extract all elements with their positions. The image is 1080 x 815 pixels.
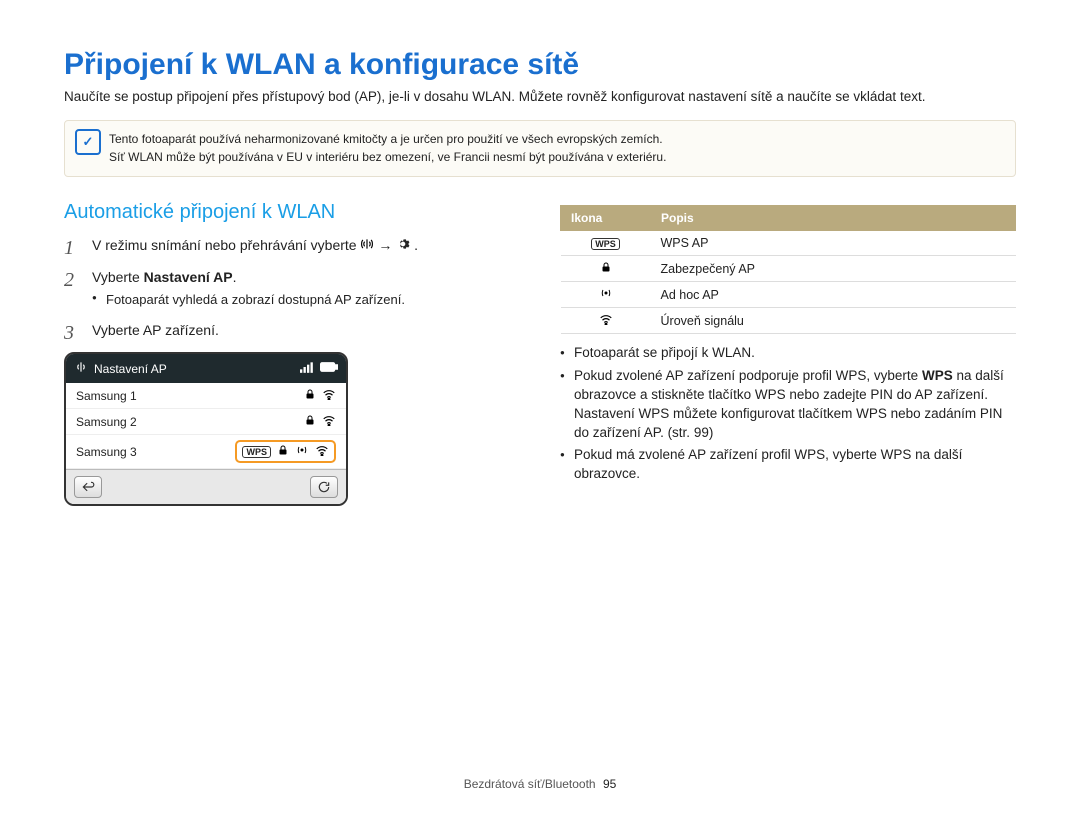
gear-icon <box>396 237 410 256</box>
page-title: Připojení k WLAN a konfigurace sítě <box>64 48 1016 82</box>
device-signal-icon <box>300 361 314 376</box>
ap-name: Samsung 3 <box>76 445 235 459</box>
right-bullet-2: Pokud zvolené AP zařízení podporuje prof… <box>560 367 1016 443</box>
ap-icons <box>304 388 336 403</box>
table-icon-cell <box>561 282 651 308</box>
right-bullet-1: Fotoaparát se připojí k WLAN. <box>560 344 1016 363</box>
table-desc-cell: Ad hoc AP <box>651 282 1016 308</box>
ap-name: Samsung 1 <box>76 389 304 403</box>
ap-row[interactable]: Samsung 1 <box>66 383 346 409</box>
table-desc-cell: Úroveň signálu <box>651 308 1016 334</box>
device-bottom-bar <box>66 469 346 504</box>
device-antenna-icon <box>74 360 88 377</box>
device-titlebar: Nastavení AP <box>66 354 346 383</box>
lock-icon <box>304 388 316 403</box>
table-row: Zabezpečený AP <box>561 256 1016 282</box>
footer-page-number: 95 <box>603 777 616 791</box>
step-2-pre: Vyberte <box>92 269 144 285</box>
content-columns: Automatické připojení k WLAN 1 V režimu … <box>64 201 1016 506</box>
step-2-post: . <box>233 269 237 285</box>
intro-text: Naučíte se postup připojení přes přístup… <box>64 88 1016 106</box>
wifi-icon <box>315 444 329 459</box>
step-number: 2 <box>64 266 74 294</box>
wifi-icon <box>322 414 336 429</box>
device-back-button[interactable] <box>74 476 102 498</box>
section-subheading: Automatické připojení k WLAN <box>64 201 520 224</box>
right-bullet-list: Fotoaparát se připojí k WLAN. Pokud zvol… <box>560 344 1016 484</box>
table-row: Ad hoc AP <box>561 282 1016 308</box>
ap-name: Samsung 2 <box>76 415 304 429</box>
device-screenshot: Nastavení AP Samsung 1 Samsung 2 Samsung 3… <box>64 352 348 506</box>
step-2-bold: Nastavení AP <box>144 269 233 285</box>
adhoc-icon <box>599 288 613 302</box>
wps-badge-icon: WPS <box>591 238 620 250</box>
lock-icon <box>600 262 612 276</box>
table-desc-cell: Zabezpečený AP <box>651 256 1016 282</box>
antenna-icon <box>360 237 374 256</box>
table-icon-cell: WPS <box>561 231 651 256</box>
manual-page: Připojení k WLAN a konfigurace sítě Nauč… <box>0 0 1080 815</box>
adhoc-icon <box>295 444 309 459</box>
step-1-text-post: . <box>414 237 418 253</box>
step-list: 1 V režimu snímání nebo přehrávání vyber… <box>64 236 520 340</box>
lock-icon <box>277 444 289 459</box>
ap-row[interactable]: Samsung 3 WPS <box>66 435 346 469</box>
arrow-text: → <box>378 237 396 253</box>
icon-description-table: Ikona Popis WPS WPS APZabezpečený APAd ho… <box>560 205 1016 334</box>
right-column: Ikona Popis WPS WPS APZabezpečený APAd ho… <box>560 201 1016 506</box>
ap-list: Samsung 1 Samsung 2 Samsung 3 WPS <box>66 383 346 469</box>
wifi-icon <box>599 314 613 328</box>
note-line-1: Tento fotoaparát používá neharmonizované… <box>109 131 1003 148</box>
device-refresh-button[interactable] <box>310 476 338 498</box>
page-footer: Bezdrátová síť/Bluetooth 95 <box>0 777 1080 791</box>
info-note: ✓ Tento fotoaparát používá neharmonizova… <box>64 120 1016 177</box>
table-header-icon: Ikona <box>561 206 651 231</box>
ap-icons: WPS <box>235 440 336 463</box>
step-number: 3 <box>64 319 74 347</box>
right-bullet-2-pre: Pokud zvolené AP zařízení podporuje prof… <box>574 368 922 383</box>
table-header-desc: Popis <box>651 206 1016 231</box>
step-2: 2 Vyberte Nastavení AP. Fotoaparát vyhle… <box>64 268 520 309</box>
table-desc-cell: WPS AP <box>651 231 1016 256</box>
device-title: Nastavení AP <box>94 362 294 376</box>
step-3-text: Vyberte AP zařízení. <box>92 322 219 338</box>
note-check-icon: ✓ <box>75 129 101 155</box>
wps-badge-icon: WPS <box>242 446 271 458</box>
wifi-icon <box>322 388 336 403</box>
ap-row[interactable]: Samsung 2 <box>66 409 346 435</box>
footer-section: Bezdrátová síť/Bluetooth <box>464 777 596 791</box>
table-row: Úroveň signálu <box>561 308 1016 334</box>
device-battery-icon <box>320 361 338 376</box>
step-1-text-pre: V režimu snímání nebo přehrávání vyberte <box>92 237 360 253</box>
note-line-2: Síť WLAN může být používána v EU v inter… <box>109 149 1003 166</box>
left-column: Automatické připojení k WLAN 1 V režimu … <box>64 201 520 506</box>
right-bullet-3: Pokud má zvolené AP zařízení profil WPS,… <box>560 446 1016 484</box>
table-icon-cell <box>561 308 651 334</box>
table-icon-cell <box>561 256 651 282</box>
table-row: WPS WPS AP <box>561 231 1016 256</box>
lock-icon <box>304 414 316 429</box>
step-3: 3 Vyberte AP zařízení. <box>64 321 520 341</box>
step-2-sublist: Fotoaparát vyhledá a zobrazí dostupná AP… <box>92 291 520 309</box>
ap-icons <box>304 414 336 429</box>
step-2-sub-1: Fotoaparát vyhledá a zobrazí dostupná AP… <box>92 291 520 309</box>
right-bullet-2-bold: WPS <box>922 368 953 383</box>
step-number: 1 <box>64 234 74 262</box>
step-1: 1 V režimu snímání nebo přehrávání vyber… <box>64 236 520 256</box>
